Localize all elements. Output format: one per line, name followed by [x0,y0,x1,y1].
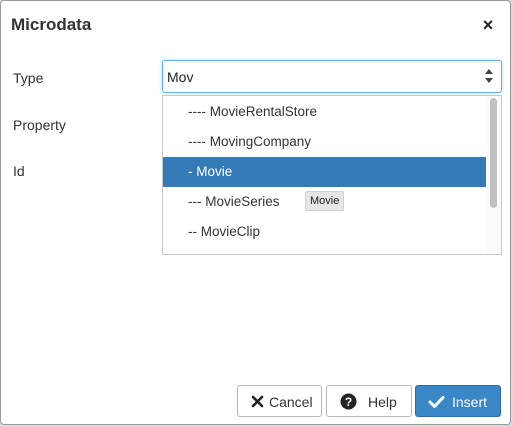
dropdown-option[interactable]: -- MovieClip [163,217,486,247]
type-select[interactable]: Mov [162,60,502,93]
dropdown-option[interactable]: ---- MovieRentalStore [163,97,486,127]
microdata-dialog: Microdata × Type Property Id Mov ---- Mo… [0,0,511,425]
property-label: Property [13,117,66,133]
insert-button[interactable]: Insert [415,385,501,417]
dropdown-scrollbar[interactable] [487,96,501,254]
help-button-label: Help [368,394,397,410]
help-icon: ? [340,393,357,410]
close-icon[interactable]: × [479,15,497,35]
checkmark-icon [428,396,445,408]
close-icon [251,395,264,408]
id-label: Id [13,163,25,179]
dropdown-option-selected[interactable]: - Movie [163,157,486,187]
chevron-up-down-icon [485,69,493,83]
type-dropdown-list[interactable]: ---- MovieRentalStore ---- MovingCompany… [162,95,502,255]
dialog-title: Microdata [11,15,92,34]
type-select-value: Mov [167,69,194,85]
scrollbar-thumb[interactable] [490,98,497,208]
tooltip: Movie [305,191,345,211]
cancel-button[interactable]: Cancel [237,385,322,417]
help-button[interactable]: ? Help [326,385,412,417]
cancel-button-label: Cancel [269,394,313,410]
insert-button-label: Insert [452,394,488,410]
dropdown-option[interactable]: ---- MovingCompany [163,127,486,157]
type-label: Type [13,70,44,86]
svg-text:?: ? [345,395,352,409]
